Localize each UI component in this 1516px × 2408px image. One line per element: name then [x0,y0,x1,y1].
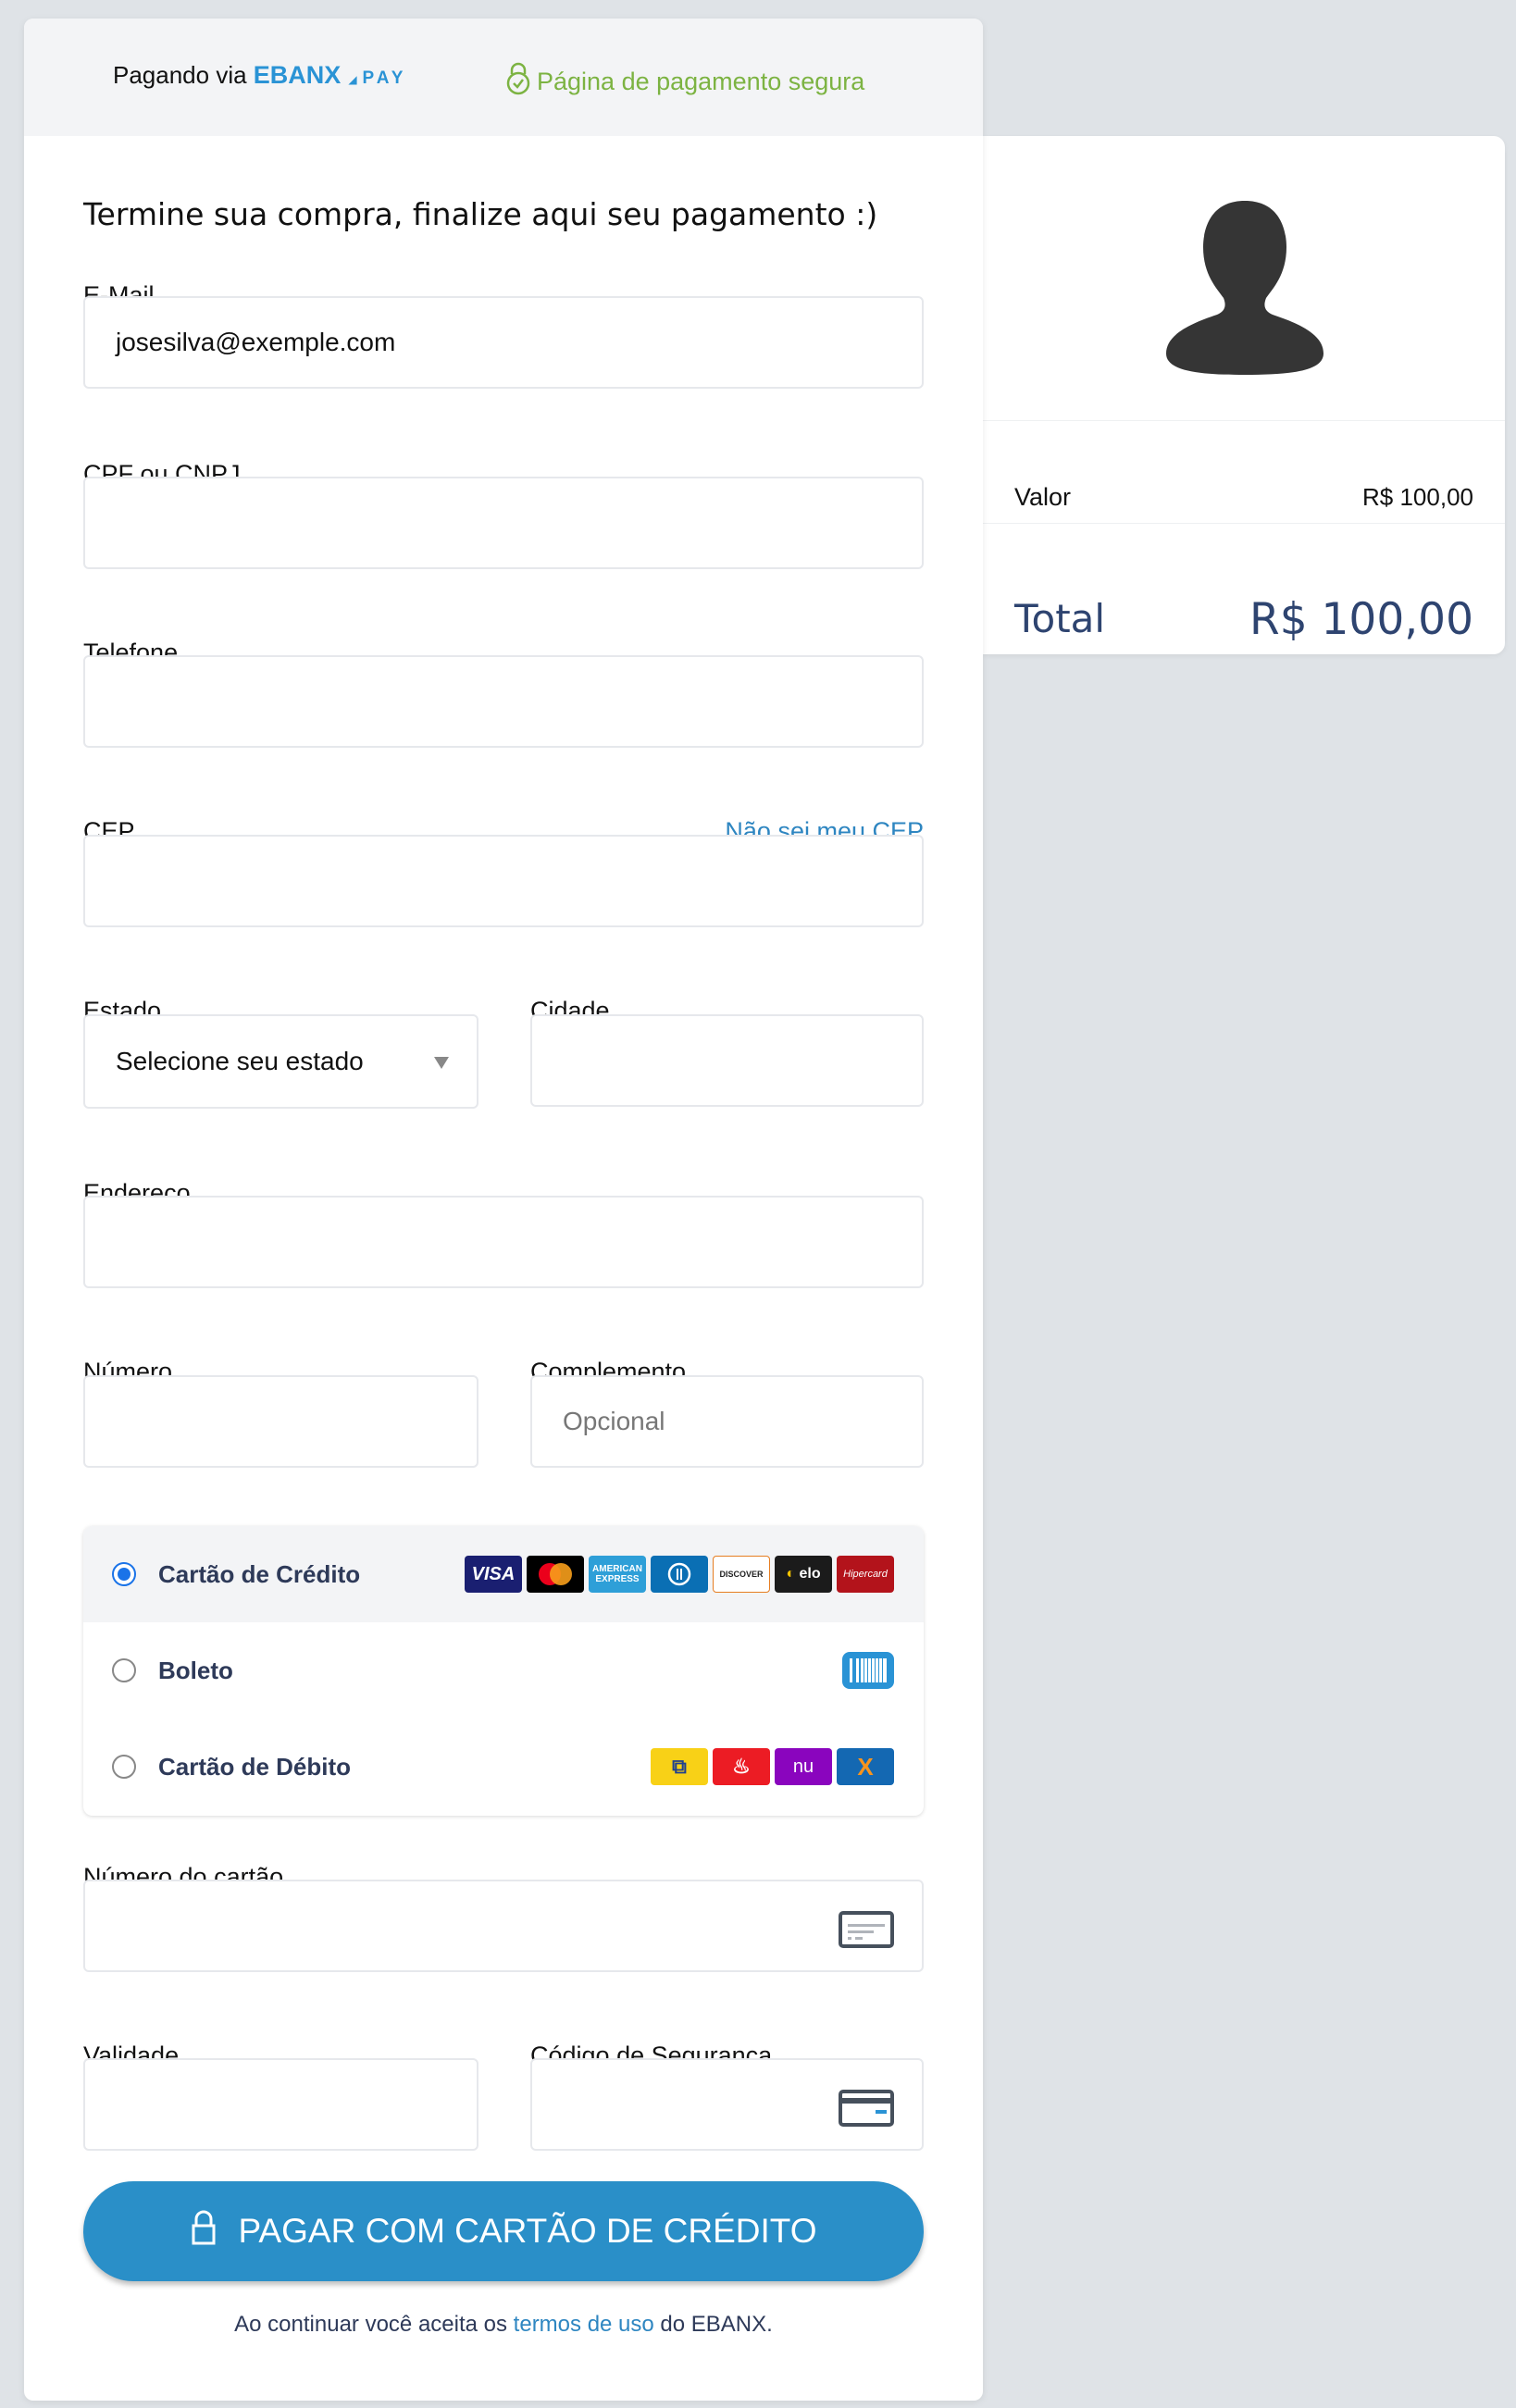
state-select-value: Selecione seu estado [116,1047,364,1075]
ebanx-logo: EBANX [253,61,342,89]
radio-debit[interactable] [112,1755,136,1779]
barcode-icon [842,1652,894,1689]
total-amount: R$ 100,00 [1249,594,1473,645]
payment-method-debit[interactable]: Cartão de Débito ⧉ ♨ nu X [83,1719,924,1815]
pay-logo-text: PAY [362,68,407,88]
secure-lock-icon [505,61,531,103]
payment-methods: Cartão de Crédito VISA AMERICAN EXPRESS D… [83,1526,924,1816]
paying-via-text: Pagando via [113,61,247,89]
hipercard-icon: Hipercard [837,1556,894,1593]
order-summary: Valor R$ 100,00 Total R$ 100,00 [983,136,1505,654]
secure-page-text: Página de pagamento segura [537,68,865,95]
pay-button-label: PAGAR COM CARTÃO DE CRÉDITO [238,2212,817,2250]
complement-placeholder: Opcional [563,1407,665,1435]
divider [983,420,1505,421]
address-field[interactable] [83,1196,924,1288]
checkout-card: Pagando via EBANX ◢ PAY Página de pagament… [24,19,983,2401]
triangle-icon: ◢ [348,73,357,86]
radio-boleto[interactable] [112,1658,136,1682]
payment-method-label: Boleto [158,1656,233,1684]
total-label: Total [1014,596,1106,641]
chevron-down-icon [434,1057,449,1069]
radio-credit[interactable] [112,1562,136,1586]
city-field[interactable] [530,1014,924,1107]
lock-icon [191,2209,217,2254]
secure-page-badge: Página de pagamento segura [505,61,864,103]
paying-via: Pagando via EBANX ◢ PAY [113,61,406,90]
nubank-icon: nu [775,1748,832,1785]
card-back-icon [839,2090,894,2133]
credit-card-logos: VISA AMERICAN EXPRESS DISCOVER ◐ elo Hipe… [465,1556,894,1593]
payment-method-label: Cartão de Crédito [158,1559,361,1588]
discover-icon: DISCOVER [713,1556,770,1593]
complement-field[interactable]: Opcional [530,1375,924,1468]
checkout-header: Pagando via EBANX ◢ PAY Página de pagament… [24,19,983,136]
payment-method-boleto[interactable]: Boleto [83,1622,924,1719]
terms-suffix: do EBANX. [660,2312,773,2337]
user-avatar-icon [1166,192,1323,380]
amex-icon: AMERICAN EXPRESS [589,1556,646,1593]
state-select[interactable]: Selecione seu estado [83,1014,478,1109]
value-amount: R$ 100,00 [1362,483,1473,511]
mastercard-icon [527,1556,584,1593]
payment-method-label: Cartão de Débito [158,1752,352,1781]
divider [983,523,1505,524]
debit-card-logos: ⧉ ♨ nu X [651,1748,894,1785]
visa-icon: VISA [465,1556,522,1593]
banco-do-brasil-icon: ⧉ [651,1748,708,1785]
cep-field[interactable] [83,835,924,927]
card-number-field[interactable] [83,1880,924,1972]
card-front-icon [839,1911,894,1955]
payment-method-credit[interactable]: Cartão de Crédito VISA AMERICAN EXPRESS D… [83,1526,924,1622]
terms-prefix: Ao continuar você aceita os [234,2312,507,2337]
terms-link[interactable]: termos de uso [514,2312,654,2337]
diners-icon [651,1556,708,1593]
boleto-logos [842,1652,894,1689]
phone-field[interactable] [83,655,924,748]
cvv-field[interactable] [530,2058,924,2151]
email-field[interactable]: josesilva@exemple.com [83,296,924,389]
number-field[interactable] [83,1375,478,1468]
caixa-icon: X [837,1748,894,1785]
cpf-field[interactable] [83,477,924,569]
pay-button[interactable]: PAGAR COM CARTÃO DE CRÉDITO [83,2181,924,2281]
value-label: Valor [1014,483,1072,511]
terms-text: Ao continuar você aceita os termos de us… [24,2312,983,2338]
form-title: Termine sua compra, finalize aqui seu pa… [83,196,878,232]
elo-icon: ◐ elo [775,1556,832,1593]
santander-icon: ♨ [713,1748,770,1785]
expiry-field[interactable] [83,2058,478,2151]
